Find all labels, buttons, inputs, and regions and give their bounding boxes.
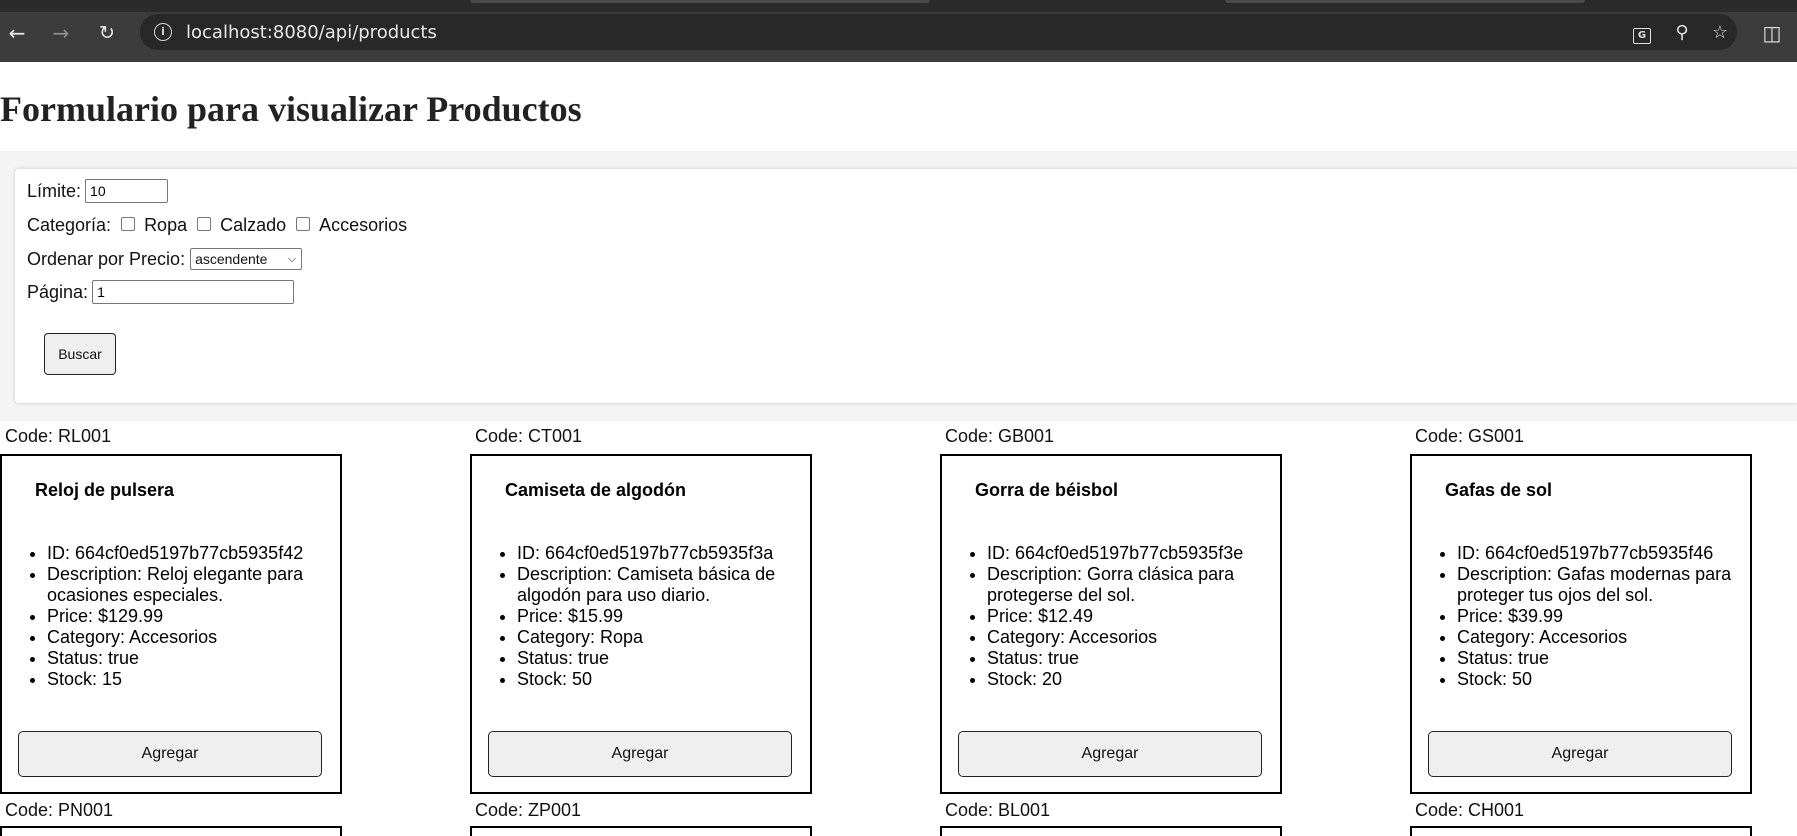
category-option-label: Accesorios	[319, 215, 408, 235]
bookmark-star-icon[interactable]: ☆	[1709, 22, 1731, 44]
address-bar[interactable]: i localhost:8080/api/products G ⚲ ☆	[140, 14, 1737, 50]
product-code: Code: RL001	[5, 426, 112, 446]
translate-icon[interactable]: G	[1631, 22, 1653, 44]
product-name: Reloj de pulsera	[35, 480, 175, 500]
product-price: Price: $15.99	[517, 606, 798, 627]
product-code: Code: CH001	[1415, 800, 1525, 820]
product-price: Price: $12.49	[987, 606, 1268, 627]
page-row: Página:	[27, 280, 295, 304]
product-description: Description: Gafas modernas para protege…	[1457, 564, 1738, 606]
product-stock: Stock: 15	[47, 669, 328, 690]
product-id: ID: 664cf0ed5197b77cb5935f3a	[517, 543, 798, 564]
category-checkbox-ropa[interactable]	[121, 216, 136, 231]
category-option-label: Calzado	[220, 215, 287, 235]
product-card	[1410, 826, 1752, 836]
product-details: ID: 664cf0ed5197b77cb5935f42 Description…	[2, 543, 340, 690]
product-stock: Stock: 20	[987, 669, 1268, 690]
product-card: Gafas de sol ID: 664cf0ed5197b77cb5935f4…	[1410, 454, 1752, 794]
page-input[interactable]	[92, 280, 295, 304]
product-price: Price: $39.99	[1457, 606, 1738, 627]
product-id: ID: 664cf0ed5197b77cb5935f3e	[987, 543, 1268, 564]
browser-toolbar: ← → ↻ i localhost:8080/api/products G ⚲ …	[0, 0, 1797, 62]
product-code: Code: CT001	[475, 426, 583, 446]
sort-row: Ordenar por Precio: ascendente ⌵	[27, 248, 303, 270]
product-card: Reloj de pulsera ID: 664cf0ed5197b77cb59…	[0, 454, 342, 794]
limit-label: Límite:	[27, 180, 82, 201]
product-code: Code: PN001	[5, 800, 114, 820]
product-name: Camiseta de algodón	[505, 480, 687, 500]
product-details: ID: 664cf0ed5197b77cb5935f3a Description…	[472, 543, 810, 690]
product-status: Status: true	[47, 648, 328, 669]
product-description: Description: Reloj elegante para ocasion…	[47, 564, 328, 606]
product-code: Code: GB001	[945, 426, 1055, 446]
product-id: ID: 664cf0ed5197b77cb5935f42	[47, 543, 328, 564]
sort-select[interactable]: ascendente ⌵	[190, 248, 303, 270]
extensions-icon[interactable]: ◫	[1759, 20, 1785, 46]
sort-label: Ordenar por Precio:	[27, 248, 186, 269]
search-button[interactable]: Buscar	[44, 333, 116, 375]
product-status: Status: true	[987, 648, 1268, 669]
back-arrow-icon[interactable]: ←	[4, 20, 30, 46]
page-title: Formulario para visualizar Productos	[0, 89, 582, 129]
product-category: Category: Accesorios	[987, 627, 1268, 648]
product-category: Category: Accesorios	[47, 627, 328, 648]
product-category: Category: Accesorios	[1457, 627, 1738, 648]
product-card: Gorra de béisbol ID: 664cf0ed5197b77cb59…	[940, 454, 1282, 794]
category-row: Categoría: Ropa Calzado Accesorios	[27, 215, 407, 236]
product-description: Description: Gorra clásica para proteger…	[987, 564, 1268, 606]
product-category: Category: Ropa	[517, 627, 798, 648]
page-label: Página:	[27, 281, 89, 302]
product-id: ID: 664cf0ed5197b77cb5935f46	[1457, 543, 1738, 564]
category-checkbox-calzado[interactable]	[197, 216, 212, 231]
product-card: Camiseta de algodón ID: 664cf0ed5197b77c…	[470, 454, 812, 794]
category-checkbox-accesorios[interactable]	[296, 216, 311, 231]
browser-tab[interactable]	[1225, 0, 1585, 3]
product-name: Gorra de béisbol	[975, 480, 1119, 500]
add-to-cart-button[interactable]: Agregar	[1428, 731, 1732, 777]
product-price: Price: $129.99	[47, 606, 328, 627]
add-to-cart-button[interactable]: Agregar	[958, 731, 1262, 777]
browser-tab[interactable]	[470, 0, 930, 3]
forward-arrow-icon[interactable]: →	[48, 20, 74, 46]
product-card	[470, 826, 812, 836]
product-card	[940, 826, 1282, 836]
zoom-icon[interactable]: ⚲	[1671, 22, 1693, 44]
product-details: ID: 664cf0ed5197b77cb5935f46 Description…	[1412, 543, 1750, 690]
product-stock: Stock: 50	[1457, 669, 1738, 690]
sort-select-value: ascendente	[195, 251, 268, 267]
reload-icon[interactable]: ↻	[94, 20, 120, 46]
site-info-icon[interactable]: i	[154, 23, 172, 41]
category-option-label: Ropa	[144, 215, 188, 235]
limit-input[interactable]	[85, 179, 169, 203]
product-code: Code: ZP001	[475, 800, 582, 820]
product-details: ID: 664cf0ed5197b77cb5935f3e Description…	[942, 543, 1280, 690]
product-code: Code: BL001	[945, 800, 1051, 820]
tab-strip	[0, 0, 1797, 12]
product-status: Status: true	[517, 648, 798, 669]
chevron-down-icon: ⌵	[287, 252, 297, 265]
add-to-cart-button[interactable]: Agregar	[18, 731, 322, 777]
address-bar-url[interactable]: localhost:8080/api/products	[186, 22, 437, 43]
limit-row: Límite:	[27, 179, 169, 203]
product-stock: Stock: 50	[517, 669, 798, 690]
add-to-cart-button[interactable]: Agregar	[488, 731, 792, 777]
product-code: Code: GS001	[1415, 426, 1525, 446]
product-name: Gafas de sol	[1445, 480, 1553, 500]
product-description: Description: Camiseta básica de algodón …	[517, 564, 798, 606]
product-card	[0, 826, 342, 836]
category-label: Categoría:	[27, 215, 112, 235]
product-status: Status: true	[1457, 648, 1738, 669]
